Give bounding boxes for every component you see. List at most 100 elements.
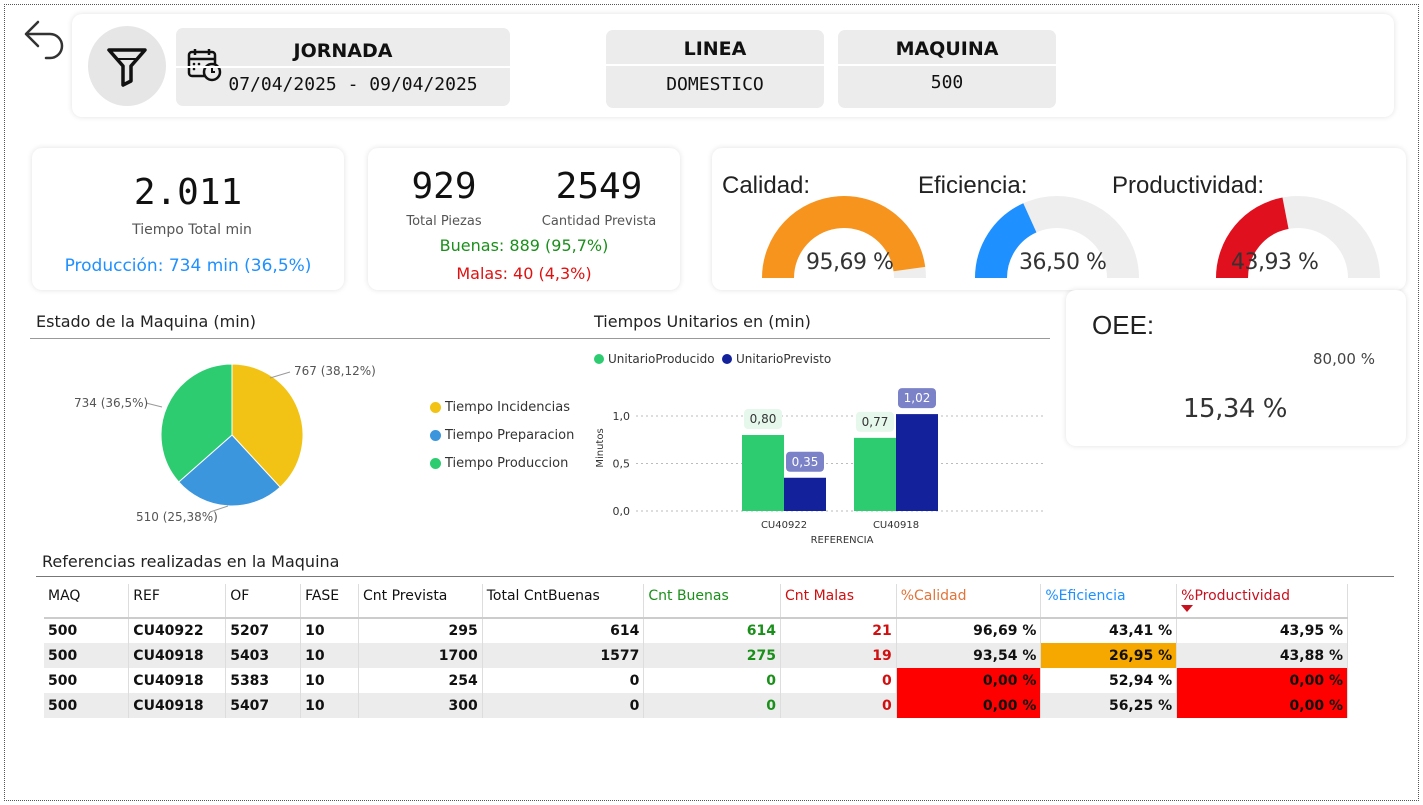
estado-underline xyxy=(30,338,1050,339)
maquina-value: 500 xyxy=(930,72,964,93)
legend-produccion[interactable]: Tiempo Produccion xyxy=(430,456,568,471)
maquina-slicer[interactable]: MAQUINA 500 xyxy=(838,30,1056,108)
sort-desc-icon[interactable] xyxy=(1181,605,1194,612)
eficiencia-title: Eficiencia: xyxy=(918,172,1028,199)
linea-title: LINEA xyxy=(683,38,747,60)
productividad-value: 43,93 % xyxy=(1231,250,1319,275)
table-cell: 43,41 % xyxy=(1040,617,1178,643)
legend-produccion-label: Tiempo Produccion xyxy=(445,456,569,471)
table-cell: 10 xyxy=(300,617,359,643)
table-cell: 10 xyxy=(300,643,359,668)
linea-separator xyxy=(606,64,824,66)
malas-text: Malas: 40 (4,3%) xyxy=(456,264,592,283)
table-cell: 0,00 % xyxy=(1176,668,1348,693)
table-cell: 10 xyxy=(300,668,359,693)
table-underline xyxy=(36,576,1394,577)
productividad-title: Productividad: xyxy=(1112,172,1265,199)
table-cell: 21 xyxy=(780,617,897,643)
filter-icon xyxy=(107,48,147,87)
oee-value: 15,34 % xyxy=(1183,394,1287,424)
table-row[interactable]: 500 CU40918 5407 10 300 0 0 0 0,00 % 56,25 % 0,00 … xyxy=(44,693,1348,718)
table-cell: 500 xyxy=(44,617,130,643)
legend-unitario-previsto[interactable]: UnitarioPrevisto xyxy=(722,352,831,366)
table-cell: 0,00 % xyxy=(896,693,1042,718)
cantidad-prevista-value: 2549 xyxy=(555,166,643,207)
table-cell: 0 xyxy=(482,693,645,718)
oee-title: OEE: xyxy=(1092,310,1155,340)
table-header-row: MAQ REF OF FASE Cnt Prevista Total CntBuenas C… xyxy=(44,584,1348,618)
table-cell: 43,88 % xyxy=(1176,643,1348,668)
table-cell: 254 xyxy=(358,668,483,693)
buenas-text: Buenas: 889 (95,7%) xyxy=(439,236,609,255)
table-cell: CU40918 xyxy=(128,643,227,668)
back-arrow-icon[interactable] xyxy=(16,12,68,64)
table-cell: 26,95 % xyxy=(1040,643,1178,668)
column-header-6[interactable]: Cnt Buenas xyxy=(643,584,781,618)
table-title: Referencias realizadas en la Maquina xyxy=(42,552,340,571)
references-table: MAQ REF OF FASE Cnt Prevista Total CntBuenas C… xyxy=(44,584,1348,718)
table-cell: 275 xyxy=(643,643,781,668)
table-cell: 1577 xyxy=(482,643,645,668)
table-cell: 614 xyxy=(482,617,645,643)
cantidad-prevista-label: Cantidad Prevista xyxy=(541,214,657,229)
jornada-slicer[interactable]: JORNADA 07/04/2025 - 09/04/2025 xyxy=(176,28,510,106)
legend-unitario-producido[interactable]: UnitarioProducido xyxy=(594,352,715,366)
column-header-4[interactable]: Cnt Prevista xyxy=(358,584,483,618)
legend-unitario-producido-label: UnitarioProducido xyxy=(608,352,715,366)
legend-unitario-previsto-label: UnitarioPrevisto xyxy=(736,352,832,366)
table-cell: 0 xyxy=(643,668,781,693)
estado-title: Estado de la Maquina (min) xyxy=(36,312,257,331)
column-header-3[interactable]: FASE xyxy=(300,584,359,618)
table-cell: 19 xyxy=(780,643,897,668)
table-cell: CU40918 xyxy=(128,668,227,693)
table-cell: 614 xyxy=(643,617,781,643)
table-cell: CU40922 xyxy=(128,617,227,643)
column-header-0[interactable]: MAQ xyxy=(44,584,130,618)
table-cell: 10 xyxy=(300,693,359,718)
column-header-10[interactable]: %Productividad xyxy=(1176,584,1348,618)
table-cell: 5407 xyxy=(225,693,302,718)
table-cell: 5207 xyxy=(225,617,302,643)
column-header-1[interactable]: REF xyxy=(128,584,227,618)
filter-button[interactable] xyxy=(88,26,166,106)
table-cell: 500 xyxy=(44,693,130,718)
column-header-7[interactable]: Cnt Malas xyxy=(780,584,897,618)
column-header-5[interactable]: Total CntBuenas xyxy=(482,584,645,618)
table-cell: 52,94 % xyxy=(1040,668,1178,693)
tiempo-total-card: 2.011 Tiempo Total min Producción: 734 m… xyxy=(32,148,344,290)
legend-preparacion-label: Tiempo Preparacion xyxy=(445,428,575,443)
total-piezas-value: 929 xyxy=(411,166,477,207)
legend-incidencias-label: Tiempo Incidencias xyxy=(445,400,570,415)
table-cell: 0 xyxy=(780,668,897,693)
total-piezas-label: Total Piezas xyxy=(406,214,482,229)
table-cell: 56,25 % xyxy=(1040,693,1178,718)
calidad-value: 95,69 % xyxy=(806,250,894,275)
maquina-separator xyxy=(838,64,1056,66)
table-cell: 295 xyxy=(358,617,483,643)
column-header-2[interactable]: OF xyxy=(225,584,302,618)
tiempo-total-value: 2.011 xyxy=(133,172,243,213)
table-cell: 0,00 % xyxy=(1176,693,1348,718)
table-cell: 300 xyxy=(358,693,483,718)
table-cell: 0,00 % xyxy=(896,668,1042,693)
eficiencia-value: 36,50 % xyxy=(1019,250,1107,275)
table-cell: 0 xyxy=(482,668,645,693)
table-row[interactable]: 500 CU40918 5383 10 254 0 0 0 0,00 % 52,94 % 0,00 … xyxy=(44,668,1348,693)
table-cell: 93,54 % xyxy=(896,643,1042,668)
jornada-range: 07/04/2025 - 09/04/2025 xyxy=(228,74,478,95)
calidad-title: Calidad: xyxy=(722,172,811,199)
legend-incidencias[interactable]: Tiempo Incidencias xyxy=(430,400,570,415)
table-cell: 0 xyxy=(780,693,897,718)
table-row[interactable]: 500 CU40922 5207 10 295 614 614 21 96,69 % 43,41 … xyxy=(44,617,1348,643)
column-header-8[interactable]: %Calidad xyxy=(896,584,1042,618)
table-body: 500 CU40922 5207 10 295 614 614 21 96,69 % 43,41 … xyxy=(44,617,1348,718)
table-cell: 500 xyxy=(44,643,130,668)
maquina-title: MAQUINA xyxy=(895,38,999,60)
legend-preparacion[interactable]: Tiempo Preparacion xyxy=(430,428,574,443)
table-cell: CU40918 xyxy=(128,693,227,718)
linea-slicer[interactable]: LINEA DOMESTICO xyxy=(606,30,824,108)
produccion-text: Producción: 734 min (36,5%) xyxy=(64,256,312,276)
table-cell: 96,69 % xyxy=(896,617,1042,643)
column-header-9[interactable]: %Eficiencia xyxy=(1040,584,1178,618)
table-row[interactable]: 500 CU40918 5403 10 1700 1577 275 19 93,54 % 26,9… xyxy=(44,643,1348,668)
